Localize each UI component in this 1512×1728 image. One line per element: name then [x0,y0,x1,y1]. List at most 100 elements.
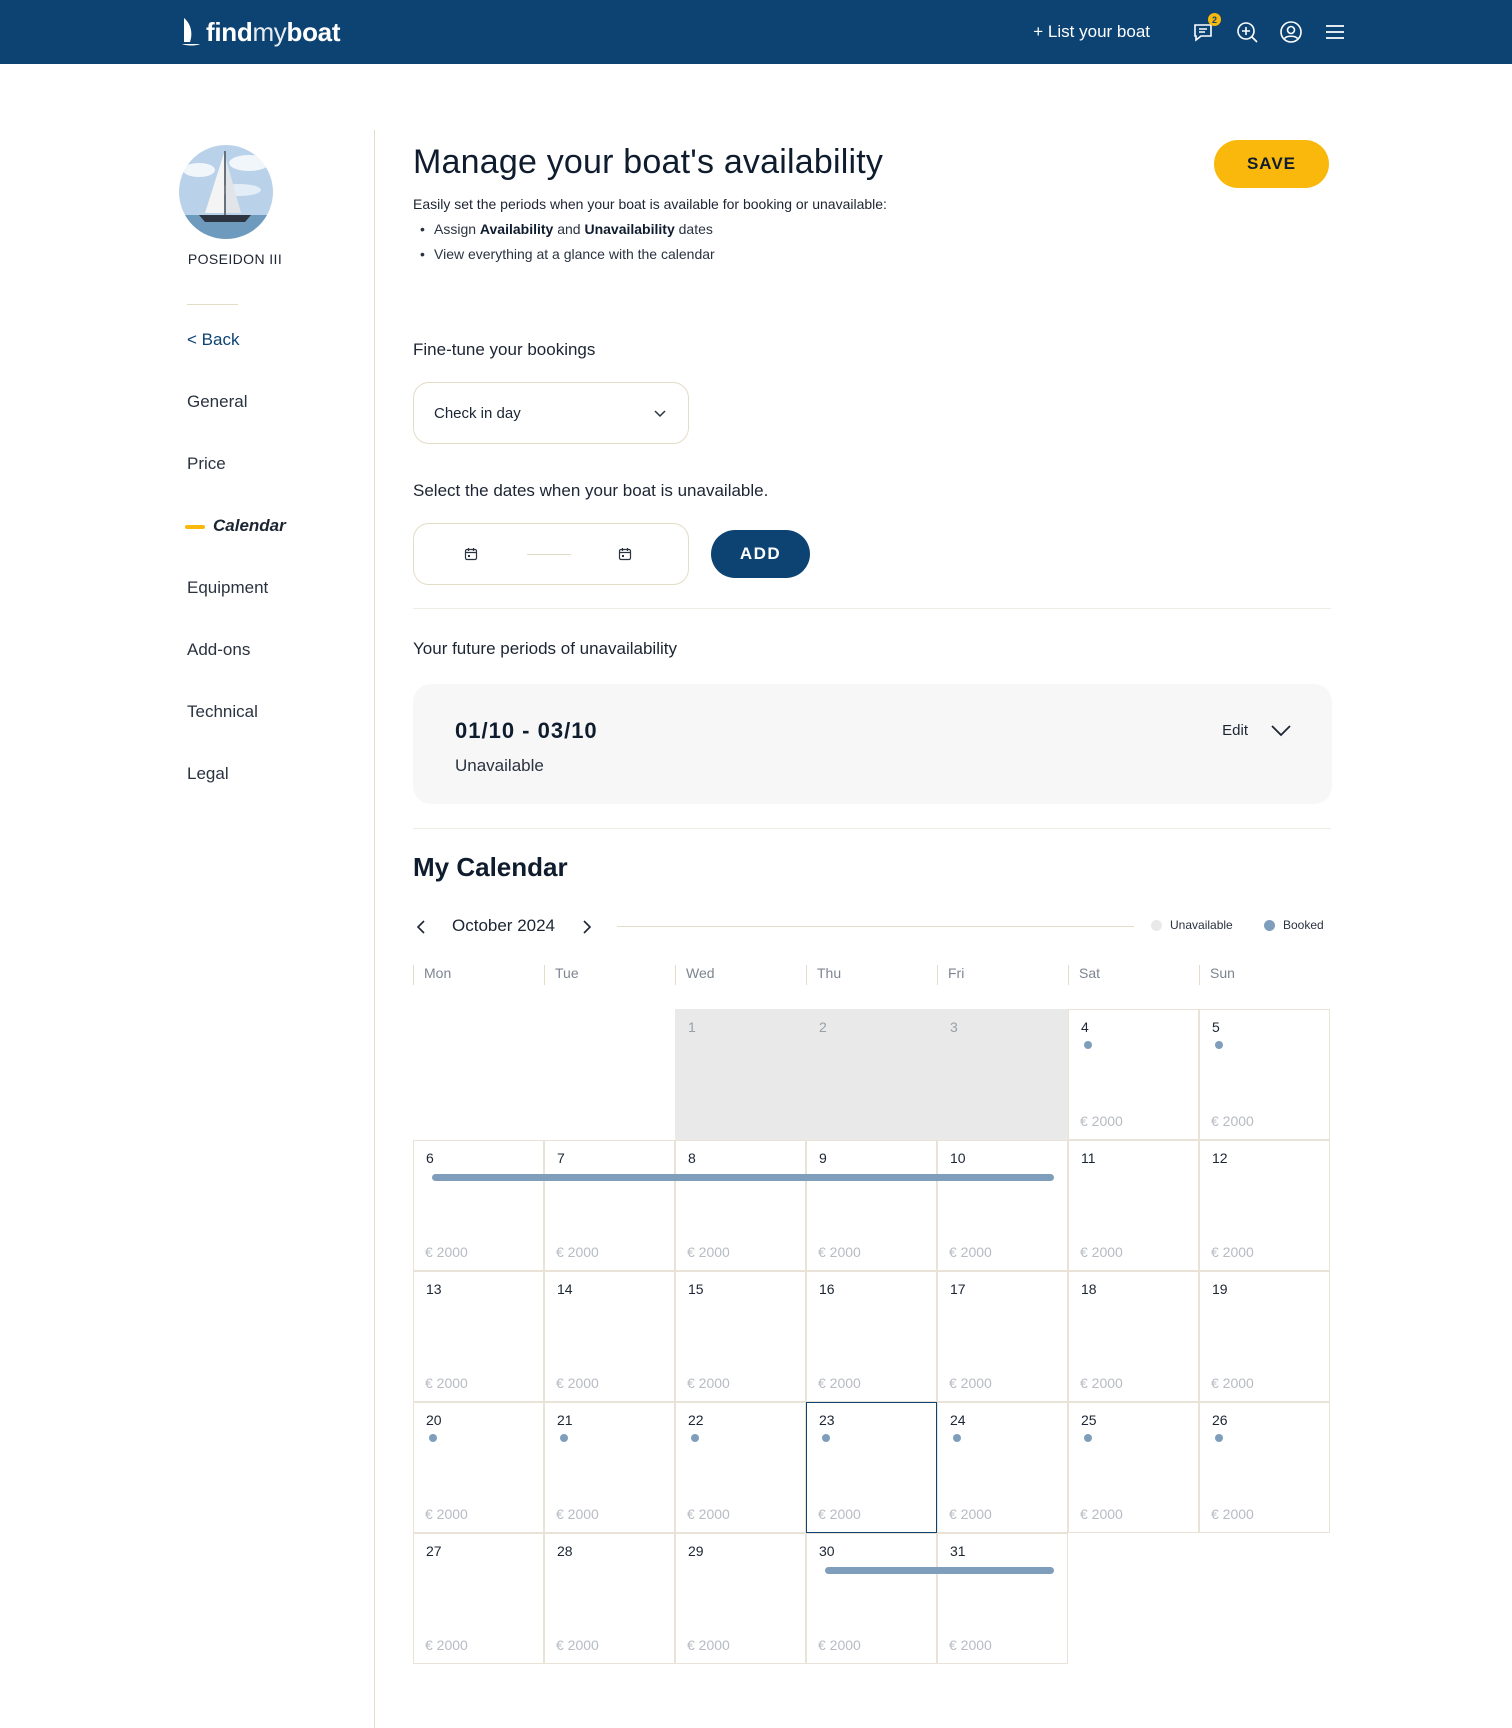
booked-swatch [1264,919,1275,931]
day-number: 14 [557,1281,573,1297]
calendar-day-cell[interactable]: 13 € 2000 [413,1271,544,1402]
list-your-boat-link[interactable]: + List your boat [1033,22,1150,42]
calendar-day-cell[interactable]: 15 € 2000 [675,1271,806,1402]
calendar-day-cell[interactable]: 28 € 2000 [544,1533,675,1664]
calendar-day-cell[interactable]: 9 € 2000 [806,1140,937,1271]
sail-logo-icon [182,18,200,46]
day-price: € 2000 [818,1637,861,1653]
day-price: € 2000 [949,1506,992,1522]
day-price: € 2000 [687,1375,730,1391]
select-value: Check in day [434,404,521,422]
day-price: € 2000 [818,1375,861,1391]
user-icon[interactable] [1278,19,1304,45]
sidebar-item-general[interactable]: General [187,392,247,412]
calendar-day-cell[interactable]: 2 [806,1009,937,1140]
sidebar-item-legal[interactable]: Legal [187,764,229,784]
day-number: 7 [557,1150,565,1166]
calendar-day-cell[interactable]: 5 € 2000 [1199,1009,1330,1140]
calendar-day-cell[interactable]: 18 € 2000 [1068,1271,1199,1402]
day-price: € 2000 [556,1506,599,1522]
sidebar-item-equipment[interactable]: Equipment [187,578,268,598]
day-price: € 2000 [818,1244,861,1260]
calendar-day-cell[interactable]: 12 € 2000 [1199,1140,1330,1271]
sidebar-separator [187,304,238,305]
booked-range-bar[interactable] [825,1567,1054,1574]
sidebar-item-technical[interactable]: Technical [187,702,258,722]
day-number: 1 [688,1019,696,1035]
add-search-icon[interactable] [1234,19,1260,45]
calendar-day-cell[interactable]: 30 € 2000 [806,1533,937,1664]
calendar-day-cell[interactable]: 17 € 2000 [937,1271,1068,1402]
calendar-day-cell[interactable]: 19 € 2000 [1199,1271,1330,1402]
sidebar-item-add-ons[interactable]: Add-ons [187,640,250,660]
period-status: Unavailable [455,756,544,775]
calendar-day-cell[interactable]: 4 € 2000 [1068,1009,1199,1140]
save-button[interactable]: SAVE [1214,140,1329,188]
start-date-calendar-icon[interactable] [464,547,478,561]
chevron-left-icon [416,920,425,934]
add-button[interactable]: ADD [711,530,810,578]
findmyboat-logo[interactable]: findmyboat [180,14,341,50]
end-date-calendar-icon[interactable] [618,547,632,561]
calendar-day-cell[interactable]: 25 € 2000 [1068,1402,1199,1533]
prev-month-button[interactable] [414,917,428,937]
day-number: 10 [950,1150,966,1166]
day-price: € 2000 [687,1244,730,1260]
boat-avatar [179,145,273,239]
weekday-thu: Thu [806,965,841,985]
day-number: 17 [950,1281,966,1297]
day-price: € 2000 [1211,1113,1254,1129]
booked-dot [1215,1434,1223,1442]
booked-dot [429,1434,437,1442]
section-divider [413,828,1331,829]
calendar-day-cell[interactable]: 3 [937,1009,1068,1140]
calendar-day-cell[interactable]: 20 € 2000 [413,1402,544,1533]
weekday-wed: Wed [675,965,715,985]
booked-range-bar[interactable] [432,1174,1054,1181]
calendar-day-cell[interactable]: 8 € 2000 [675,1140,806,1271]
period-edit-toggle[interactable]: Edit [1222,722,1292,739]
day-number: 15 [688,1281,704,1297]
back-link[interactable]: < Back [187,330,239,350]
calendar-day-cell[interactable]: 7 € 2000 [544,1140,675,1271]
calendar-day-cell[interactable]: 22 € 2000 [675,1402,806,1533]
day-price: € 2000 [425,1244,468,1260]
calendar-day-cell[interactable]: 26 € 2000 [1199,1402,1330,1533]
day-number: 26 [1212,1412,1228,1428]
booked-dot [1215,1041,1223,1049]
calendar-day-cell[interactable]: 16 € 2000 [806,1271,937,1402]
calendar-day-cell[interactable]: 6 € 2000 [413,1140,544,1271]
period-dates: 01/10 - 03/10 [455,718,598,743]
calendar-day-cell[interactable]: 21 € 2000 [544,1402,675,1533]
calendar-day-cell[interactable]: 29 € 2000 [675,1533,806,1664]
day-price: € 2000 [1211,1244,1254,1260]
date-range-picker[interactable] [413,523,689,585]
calendar-day-cell[interactable]: 14 € 2000 [544,1271,675,1402]
day-number: 22 [688,1412,704,1428]
intro-text: Easily set the periods when your boat is… [413,196,887,212]
day-price: € 2000 [1080,1113,1123,1129]
sidebar-item-calendar[interactable]: Calendar [213,516,286,536]
booked-dot [1084,1041,1092,1049]
day-number: 23 [819,1412,835,1428]
weekday-tue: Tue [544,965,579,985]
calendar-day-cell[interactable]: 23 € 2000 [806,1402,937,1533]
menu-icon[interactable] [1322,19,1348,45]
top-navbar: findmyboat + List your boat 2 [0,0,1512,64]
calendar-day-cell[interactable]: 31 € 2000 [937,1533,1068,1664]
check-in-day-select[interactable]: Check in day [413,382,689,444]
sidebar-item-price[interactable]: Price [187,454,226,474]
day-number: 21 [557,1412,573,1428]
calendar-day-cell[interactable]: 1 [675,1009,806,1140]
day-price: € 2000 [556,1375,599,1391]
calendar-day-cell[interactable]: 24 € 2000 [937,1402,1068,1533]
calendar-day-cell[interactable]: 27 € 2000 [413,1533,544,1664]
calendar-day-cell[interactable]: 11 € 2000 [1068,1140,1199,1271]
day-price: € 2000 [1080,1244,1123,1260]
calendar-day-cell[interactable]: 10 € 2000 [937,1140,1068,1271]
weekday-header: Mon Tue Wed Thu Fri Sat Sun [413,965,1331,995]
legend-unavailable: Unavailable [1151,918,1233,932]
next-month-button[interactable] [580,917,594,937]
chat-icon[interactable]: 2 [1190,13,1221,45]
booked-dot [560,1434,568,1442]
